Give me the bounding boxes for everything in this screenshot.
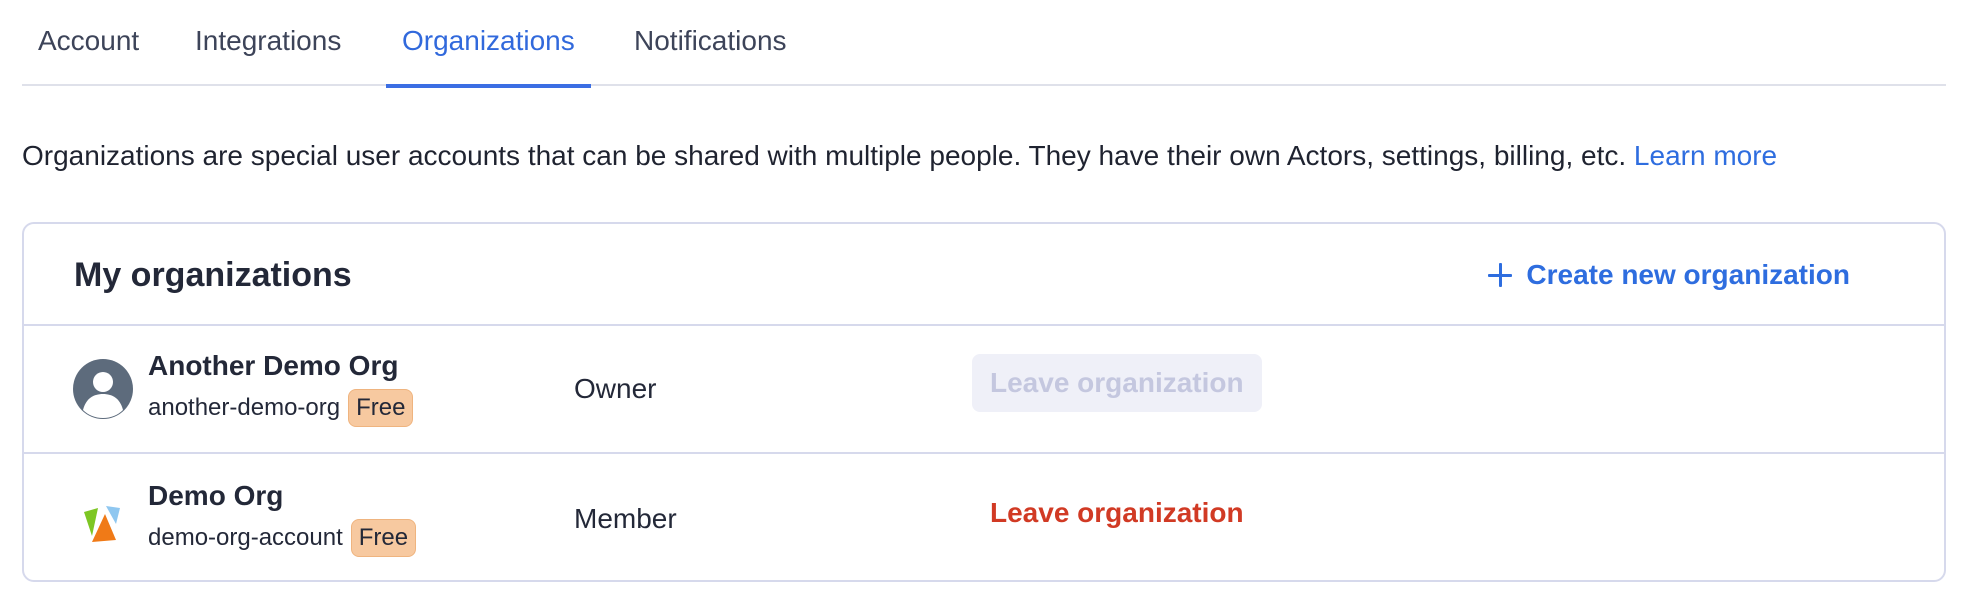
organization-name: Demo Org xyxy=(148,480,284,511)
plan-badge: Free xyxy=(348,389,414,427)
organization-row: Demo Org demo-org-account Free Member Le… xyxy=(24,456,1944,584)
tab-organizations[interactable]: Organizations xyxy=(386,22,591,88)
organization-meta: another-demo-org Free xyxy=(148,388,414,428)
organizations-card: My organizations Create new organization… xyxy=(22,222,1946,582)
intro-text: Organizations are special user accounts … xyxy=(22,137,1777,175)
tab-account[interactable]: Account xyxy=(38,22,139,86)
tab-integrations[interactable]: Integrations xyxy=(195,22,341,86)
plus-icon xyxy=(1488,263,1513,287)
organization-slug: demo-org-account xyxy=(148,524,343,551)
leave-organization-button: Leave organization xyxy=(972,354,1262,412)
org-logo-icon xyxy=(84,506,120,542)
intro-description: Organizations are special user accounts … xyxy=(22,140,1627,171)
organization-slug: another-demo-org xyxy=(148,394,341,421)
leave-organization-button[interactable]: Leave organization xyxy=(972,484,1262,542)
settings-tabs: Account Integrations Organizations Notif… xyxy=(22,0,1946,88)
organization-role: Member xyxy=(574,503,677,534)
create-organization-label: Create new organization xyxy=(1526,259,1850,290)
user-avatar-icon xyxy=(73,359,133,419)
card-header: My organizations Create new organization xyxy=(24,224,1944,326)
card-title: My organizations xyxy=(74,256,352,294)
tab-notifications[interactable]: Notifications xyxy=(634,22,787,86)
organization-row: Another Demo Org another-demo-org Free O… xyxy=(24,326,1944,454)
organization-role: Owner xyxy=(574,373,657,404)
organization-name: Another Demo Org xyxy=(148,350,399,381)
create-organization-button[interactable]: Create new organization xyxy=(1488,254,1850,296)
organization-meta: demo-org-account Free xyxy=(148,518,417,558)
learn-more-link[interactable]: Learn more xyxy=(1634,140,1777,171)
plan-badge: Free xyxy=(350,519,417,557)
